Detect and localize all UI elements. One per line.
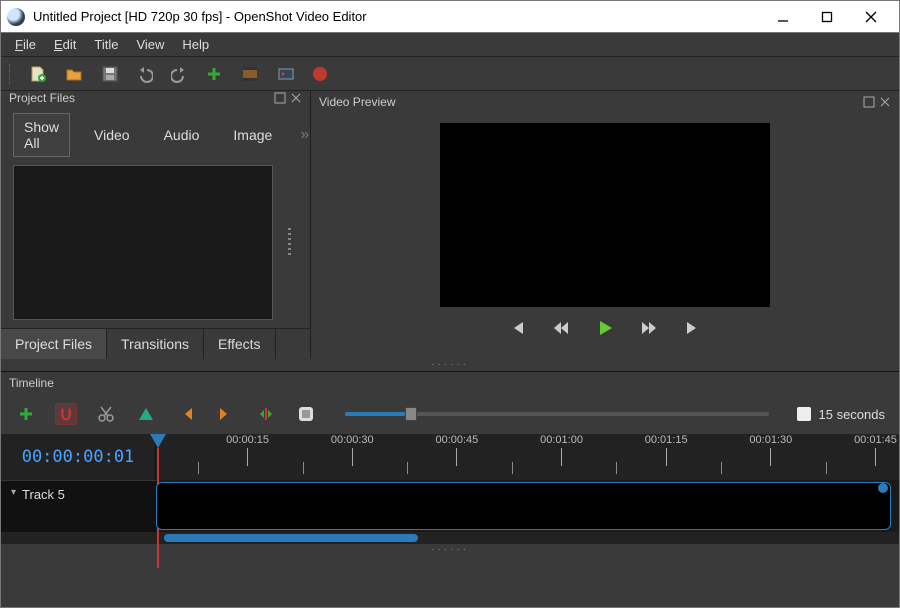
- transport-controls: [311, 311, 899, 347]
- open-project-icon[interactable]: [63, 63, 85, 85]
- track-collapse-icon[interactable]: ▾: [11, 487, 16, 498]
- ruler-tick: 00:01:45: [854, 434, 897, 466]
- project-files-label: Project Files: [9, 91, 75, 105]
- timeline-ruler-row: 00:00:00:01 00:00:1500:00:3000:00:4500:0…: [1, 434, 899, 480]
- undo-icon[interactable]: [133, 63, 155, 85]
- ruler-minor-tick: [721, 462, 722, 474]
- project-files-thumbnail[interactable]: [13, 165, 273, 320]
- jump-start-button[interactable]: [508, 319, 526, 340]
- fullscreen-icon[interactable]: [275, 63, 297, 85]
- close-preview-icon[interactable]: [879, 96, 891, 108]
- window-title: Untitled Project [HD 720p 30 fps] - Open…: [33, 9, 761, 24]
- tab-transitions[interactable]: Transitions: [107, 329, 204, 359]
- menu-help[interactable]: Help: [174, 35, 217, 54]
- maximize-button[interactable]: [805, 2, 849, 32]
- menu-edit[interactable]: Edit: [46, 35, 84, 54]
- video-preview-label: Video Preview: [319, 95, 396, 109]
- ruler-tick: 00:00:30: [331, 434, 374, 466]
- menu-title[interactable]: Title: [86, 35, 126, 54]
- track-scroll-thumb[interactable]: [878, 483, 888, 493]
- razor-icon[interactable]: [95, 403, 117, 425]
- filter-video[interactable]: Video: [84, 122, 140, 148]
- rewind-button[interactable]: [552, 319, 570, 340]
- titlebar: Untitled Project [HD 720p 30 fps] - Open…: [1, 1, 899, 33]
- snapping-icon[interactable]: [55, 403, 77, 425]
- timeline-horizontal-scrollbar[interactable]: [1, 532, 899, 544]
- main-toolbar: [1, 57, 899, 91]
- track-header[interactable]: ▾ Track 5: [1, 480, 156, 532]
- add-marker-icon[interactable]: [135, 403, 157, 425]
- timeline-scroll-thumb[interactable]: [164, 534, 418, 542]
- timeline-panel: Timeline 15 seconds: [1, 371, 899, 607]
- ruler-minor-tick: [303, 462, 304, 474]
- export-video-icon[interactable]: [309, 63, 331, 85]
- ruler-minor-tick: [512, 462, 513, 474]
- left-bottom-tabs: Project Files Transitions Effects: [1, 328, 310, 359]
- track-row: ▾ Track 5: [1, 480, 899, 532]
- filter-tabs: Show All Video Audio Image »: [1, 105, 310, 163]
- menu-view[interactable]: View: [128, 35, 172, 54]
- zoom-indicator-icon: [797, 407, 811, 421]
- track-name: Track 5: [22, 487, 65, 502]
- project-files-title: Project Files: [1, 91, 310, 105]
- zoom-slider[interactable]: [335, 412, 779, 416]
- timeline-ruler[interactable]: 00:00:15 00:00:30 00:00:45 00:01:00 00:01:15…: [156, 434, 899, 480]
- timeline-label: Timeline: [9, 376, 54, 390]
- filter-audio[interactable]: Audio: [154, 122, 210, 148]
- minimize-button[interactable]: [761, 2, 805, 32]
- toolbar-grip: [9, 64, 13, 84]
- menubar: File Edit Title View Help: [1, 33, 899, 57]
- timeline-toolbar: 15 seconds: [1, 394, 899, 434]
- zoom-slider-thumb[interactable]: [405, 407, 417, 421]
- close-panel-icon[interactable]: [290, 92, 302, 104]
- project-files-panel: Project Files Show All Video Audio Image…: [1, 91, 311, 359]
- ruler-minor-tick: [198, 462, 199, 474]
- ruler-minor-tick: [407, 462, 408, 474]
- ruler-tick: 00:01:15: [645, 434, 688, 466]
- timeline-bottom-grip[interactable]: ······: [1, 544, 899, 556]
- tab-project-files[interactable]: Project Files: [1, 329, 107, 359]
- window-controls: [761, 2, 893, 32]
- undock-icon[interactable]: [274, 92, 286, 104]
- tab-effects[interactable]: Effects: [204, 329, 276, 359]
- next-marker-icon[interactable]: [215, 403, 237, 425]
- app-logo-icon: [7, 8, 25, 26]
- new-project-icon[interactable]: [27, 63, 49, 85]
- ruler-tick: 00:00:45: [435, 434, 478, 466]
- ruler-tick: 00:00:15: [226, 434, 269, 466]
- ruler-tick: 00:01:00: [540, 434, 583, 466]
- video-preview-frame[interactable]: [440, 123, 770, 307]
- center-playhead-icon[interactable]: [255, 403, 277, 425]
- play-button[interactable]: [596, 319, 614, 340]
- timeline-settings-icon[interactable]: [295, 403, 317, 425]
- filter-show-all[interactable]: Show All: [13, 113, 70, 157]
- panel-splitter[interactable]: ······: [1, 359, 899, 371]
- video-preview-panel: Video Preview: [311, 91, 899, 359]
- close-button[interactable]: [849, 2, 893, 32]
- choose-profile-icon[interactable]: [239, 63, 261, 85]
- import-files-icon[interactable]: [203, 63, 225, 85]
- redo-icon[interactable]: [169, 63, 191, 85]
- more-filters-icon[interactable]: »: [300, 126, 309, 144]
- panel-resize-handle[interactable]: [287, 165, 291, 320]
- panels-row: Project Files Show All Video Audio Image…: [1, 91, 899, 359]
- video-preview-title: Video Preview: [311, 91, 899, 113]
- current-timecode[interactable]: 00:00:00:01: [1, 434, 156, 480]
- menu-file[interactable]: File: [7, 35, 44, 54]
- fast-forward-button[interactable]: [640, 319, 658, 340]
- app-window: Untitled Project [HD 720p 30 fps] - Open…: [0, 0, 900, 608]
- previous-marker-icon[interactable]: [175, 403, 197, 425]
- track-body[interactable]: [156, 482, 891, 530]
- zoom-seconds-label: 15 seconds: [819, 407, 886, 422]
- ruler-tick: 00:01:30: [749, 434, 792, 466]
- add-track-icon[interactable]: [15, 403, 37, 425]
- filter-image[interactable]: Image: [223, 122, 282, 148]
- jump-end-button[interactable]: [684, 319, 702, 340]
- ruler-minor-tick: [616, 462, 617, 474]
- undock-preview-icon[interactable]: [863, 96, 875, 108]
- ruler-minor-tick: [826, 462, 827, 474]
- save-project-icon[interactable]: [99, 63, 121, 85]
